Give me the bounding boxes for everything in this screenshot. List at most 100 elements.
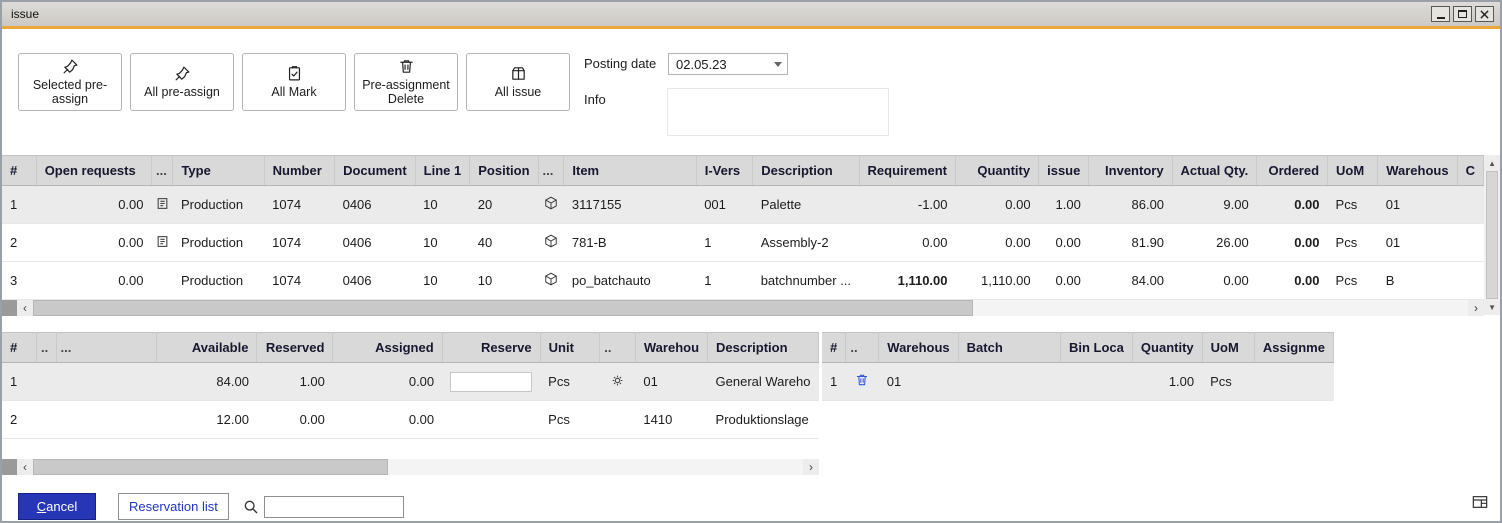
close-button[interactable] [1475, 6, 1494, 22]
scroll-thumb[interactable] [33, 459, 388, 475]
uom: Pcs [1328, 262, 1378, 300]
table-row[interactable]: 1 0.00 Production 1074 0406 10 20 311715… [2, 186, 1484, 224]
cancel-button[interactable]: Cancel [18, 493, 96, 520]
all-mark-button[interactable]: All Mark [242, 53, 346, 111]
assignment-table: # .. Warehous Batch Bin Loca Quantity Uo… [822, 332, 1334, 401]
search-input[interactable] [264, 496, 404, 518]
item-link[interactable]: 781-B [564, 224, 696, 262]
item-link[interactable]: po_batchauto [564, 262, 696, 300]
warehouse: 01 [1378, 186, 1457, 224]
requirement: 0.00 [859, 224, 955, 262]
item-link[interactable]: 3117155 [564, 186, 696, 224]
batch [958, 363, 1060, 401]
scroll-anchor-box[interactable] [2, 459, 17, 475]
position-link[interactable]: 40 [470, 224, 538, 262]
document-link[interactable]: 0406 [335, 262, 416, 300]
scroll-track[interactable] [973, 300, 1468, 316]
inventory: 81.90 [1089, 224, 1172, 262]
position-link[interactable]: 20 [470, 186, 538, 224]
document-link[interactable]: 0406 [335, 186, 416, 224]
ordered: 0.00 [1257, 186, 1328, 224]
line-link[interactable]: 10 [415, 224, 470, 262]
maximize-button[interactable] [1453, 6, 1472, 22]
pre-assignment-delete-button[interactable]: Pre-assignment Delete [354, 53, 458, 111]
warehouse: 01 [1378, 224, 1457, 262]
row-index: 2 [2, 224, 36, 262]
scroll-left-button[interactable]: ‹ [17, 459, 33, 475]
form-settings-icon[interactable] [1472, 495, 1488, 509]
uom: Pcs [1328, 186, 1378, 224]
column-header: ... [538, 156, 564, 186]
row-index: 2 [2, 401, 36, 439]
scroll-thumb[interactable] [33, 300, 973, 316]
reservation-list-button[interactable]: Reservation list [118, 493, 229, 520]
unit: Pcs [540, 363, 600, 401]
all-issue-button[interactable]: All issue [466, 53, 570, 111]
quantity: 0.00 [956, 186, 1039, 224]
all-pre-assign-button[interactable]: All pre-assign [130, 53, 234, 111]
main-hscrollbar[interactable]: ‹ › [2, 300, 1484, 316]
column-header: .. [600, 333, 636, 363]
production-order-icon [156, 235, 169, 248]
requirement: -1.00 [859, 186, 955, 224]
line-link[interactable]: 10 [415, 186, 470, 224]
info-label: Info [584, 89, 668, 107]
i-vers: 001 [696, 186, 753, 224]
minimize-button[interactable] [1431, 6, 1450, 22]
main-vscrollbar[interactable]: ▲ ▼ [1484, 155, 1500, 315]
window-controls [1431, 6, 1494, 22]
scroll-left-button[interactable]: ‹ [17, 300, 33, 316]
description: Produktionslage [708, 401, 819, 439]
column-header: Description [753, 156, 859, 186]
table-row[interactable]: 1 01 1.00 Pcs [822, 363, 1334, 401]
item-cube-icon [544, 234, 558, 248]
issue-window: issue Selected pre-assign All pre-assign [0, 0, 1502, 523]
table-row[interactable]: 2 0.00 Production 1074 0406 10 40 781-B … [2, 224, 1484, 262]
scroll-up-button[interactable]: ▲ [1484, 155, 1500, 171]
open-requests: 0.00 [36, 262, 151, 300]
button-label: All Mark [267, 85, 320, 99]
scroll-thumb[interactable] [1486, 171, 1498, 299]
column-header: UoM [1202, 333, 1254, 363]
column-header: # [2, 156, 36, 186]
issue-qty: 1.00 [1039, 186, 1089, 224]
ordered: 0.00 [1257, 224, 1328, 262]
type: Production [173, 262, 264, 300]
main-table-zone: # Open requests ... Type Number Document… [2, 155, 1500, 316]
i-vers: 1 [696, 224, 753, 262]
column-header: C [1457, 156, 1483, 186]
info-textarea[interactable] [668, 89, 888, 135]
search-icon[interactable] [243, 499, 259, 515]
scroll-down-button[interactable]: ▼ [1484, 299, 1500, 315]
titlebar: issue [2, 2, 1500, 26]
column-header: Item [564, 156, 696, 186]
table-row[interactable]: 1 84.00 1.00 0.00 Pcs 01 General Wareho [2, 363, 819, 401]
reserve-input[interactable] [450, 372, 532, 392]
availability-hscrollbar[interactable]: ‹ › [2, 459, 819, 475]
quantity: 1,110.00 [956, 262, 1039, 300]
scroll-right-button[interactable]: › [803, 459, 819, 475]
position-link[interactable]: 10 [470, 262, 538, 300]
warehouse: 1410 [635, 401, 707, 439]
selected-pre-assign-button[interactable]: Selected pre-assign [18, 53, 122, 111]
table-row[interactable]: 3 0.00 Production 1074 0406 10 10 po_bat… [2, 262, 1484, 300]
table-row[interactable]: 2 12.00 0.00 0.00 Pcs 1410 Produktionsla… [2, 401, 819, 439]
footer: Cancel Reservation list [18, 493, 1484, 520]
scroll-right-button[interactable]: › [1468, 300, 1484, 316]
scroll-track[interactable] [388, 459, 803, 475]
column-header: Position [470, 156, 538, 186]
document-link[interactable]: 0406 [335, 224, 416, 262]
scroll-anchor-box[interactable] [2, 300, 17, 316]
line-link[interactable]: 10 [415, 262, 470, 300]
package-icon [510, 65, 527, 82]
delete-row-icon[interactable] [855, 373, 869, 387]
maximize-icon [1458, 10, 1467, 18]
description: General Wareho [708, 363, 819, 401]
column-header: ... [152, 156, 173, 186]
gear-icon[interactable] [611, 374, 624, 387]
column-header: Available [157, 333, 257, 363]
posting-date-select[interactable]: 02.05.23 [668, 53, 788, 75]
description: Palette [753, 186, 859, 224]
row-index: 1 [2, 186, 36, 224]
column-header: Reserve [442, 333, 540, 363]
